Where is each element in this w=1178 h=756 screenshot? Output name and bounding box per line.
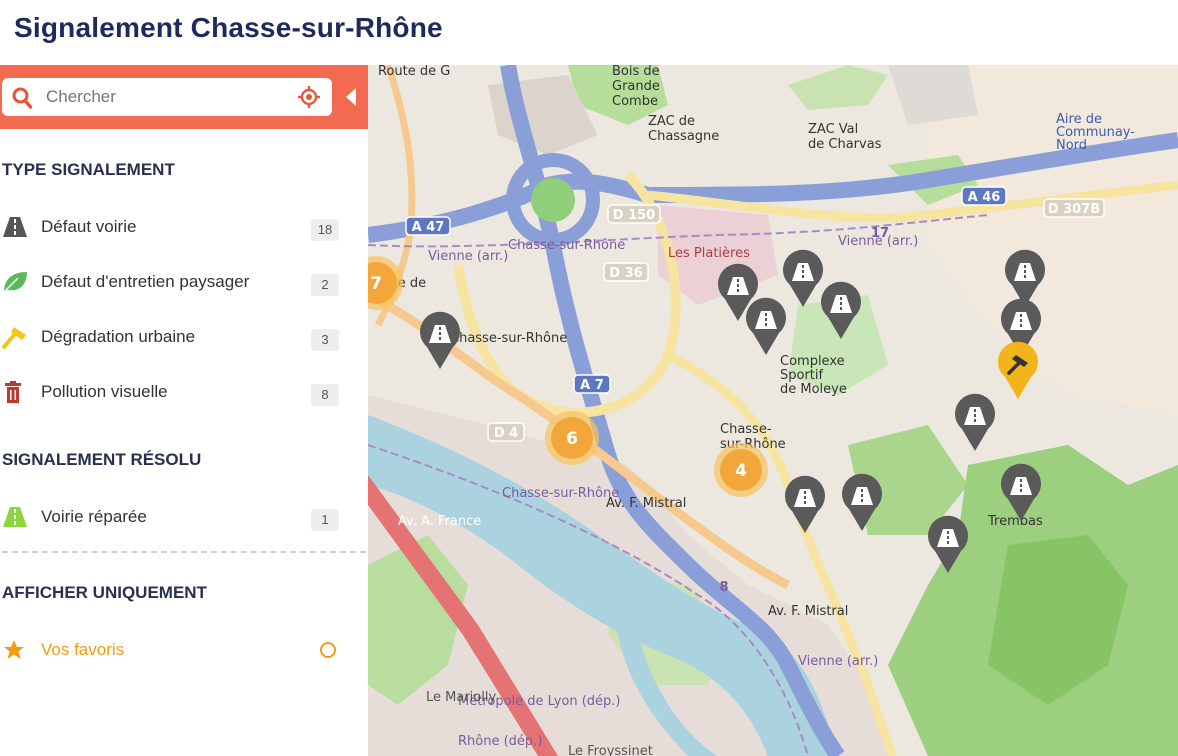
road-icon [3, 507, 27, 527]
divider [2, 551, 366, 553]
map-label: Vienne (arr.) [428, 249, 508, 264]
trash-icon [5, 381, 21, 403]
count-badge: 3 [311, 329, 339, 351]
filter-item-favoris[interactable]: Vos favoris [0, 630, 368, 670]
road-shield: 17 [871, 226, 889, 241]
type-item-label: Défaut d'entretien paysager [41, 272, 250, 291]
svg-text:7: 7 [370, 274, 382, 294]
map-label: Les Platières [668, 246, 750, 261]
svg-text:D 150: D 150 [613, 208, 655, 223]
section-title-filter: AFFICHER UNIQUEMENT [2, 583, 207, 602]
count-badge: 8 [311, 384, 339, 406]
marker-cluster[interactable]: 6 [545, 411, 599, 465]
count-badge: 1 [311, 509, 339, 531]
type-item-label: Dégradation urbaine [41, 327, 196, 346]
resolved-item-voirie-reparee[interactable]: Voirie réparée 1 [0, 497, 368, 537]
map-label: Le Froyssinet [568, 744, 653, 756]
type-item-defaut-voirie[interactable]: Défaut voirie 18 [0, 207, 368, 247]
filter-item-label: Vos favoris [41, 640, 125, 659]
road-shield: D 36 [603, 262, 649, 282]
favoris-toggle[interactable] [320, 642, 336, 658]
sidebar: TYPE SIGNALEMENT Défaut voirie 18 Défaut… [0, 65, 368, 756]
search-icon[interactable] [12, 87, 32, 109]
road-shield: D 307B [1043, 198, 1105, 218]
svg-text:8: 8 [719, 580, 728, 595]
map-label: Av. A. France [398, 514, 481, 529]
map-label: Av. F. Mistral [768, 604, 848, 619]
svg-text:D 307B: D 307B [1048, 202, 1100, 217]
search-box[interactable] [2, 78, 332, 116]
svg-text:17: 17 [871, 226, 889, 241]
map[interactable]: Bois de Grande Combe ZAC de Chassagne ZAC Val… [368, 65, 1178, 756]
road-shield: D 150 [607, 204, 661, 224]
type-item-label: Défaut voirie [41, 217, 137, 236]
hammer-icon [2, 327, 26, 349]
road-shield: A 46 [961, 186, 1007, 206]
resolved-item-label: Voirie réparée [41, 507, 147, 526]
map-label: Chasse-sur-Rhône [450, 331, 567, 346]
svg-text:A 46: A 46 [968, 190, 1001, 205]
map-label: Trembas [987, 514, 1043, 529]
locate-icon[interactable] [298, 86, 320, 108]
star-icon [4, 640, 24, 659]
road-shield: 8 [719, 580, 728, 595]
svg-text:4: 4 [735, 461, 747, 481]
svg-text:D 4: D 4 [494, 426, 518, 441]
type-item-label: Pollution visuelle [41, 382, 168, 401]
search-bar [0, 65, 368, 129]
road-shield: A 7 [573, 374, 611, 394]
leaf-icon [3, 272, 27, 293]
svg-text:A 47: A 47 [412, 220, 445, 235]
road-shield: A 47 [405, 216, 451, 236]
map-label: Route de G [378, 65, 450, 79]
map-label: Chasse-sur-Rhône [508, 238, 625, 253]
map-label: Vienne (arr.) [798, 654, 878, 669]
marker-cluster[interactable]: 4 [714, 443, 768, 497]
section-title-resolved: SIGNALEMENT RÉSOLU [2, 450, 202, 469]
map-label: Chasse-sur-Rhône [502, 486, 619, 501]
search-input[interactable] [46, 87, 286, 107]
road-icon [3, 217, 27, 237]
map-label: Bois de Grande Combe [612, 65, 660, 109]
svg-text:D 36: D 36 [609, 266, 642, 281]
count-badge: 2 [311, 274, 339, 296]
count-badge: 18 [311, 219, 339, 241]
svg-text:6: 6 [566, 429, 578, 449]
map-canvas[interactable]: Bois de Grande CombeZAC de Chassagne ZAC Val… [368, 65, 1178, 756]
section-title-type: TYPE SIGNALEMENT [2, 160, 175, 179]
road-shield: D 4 [487, 422, 525, 442]
collapse-arrow-icon[interactable] [344, 86, 358, 108]
type-item-pollution-visuelle[interactable]: Pollution visuelle 8 [0, 372, 368, 412]
map-label: Rhône (dép.) [458, 734, 542, 749]
svg-text:A 7: A 7 [580, 378, 604, 393]
map-label: Le Mariolly [426, 690, 496, 705]
page-title: Signalement Chasse-sur-Rhône [14, 12, 443, 43]
type-item-defaut-entretien[interactable]: Défaut d'entretien paysager 2 [0, 262, 368, 302]
type-item-degradation-urbaine[interactable]: Dégradation urbaine 3 [0, 317, 368, 357]
